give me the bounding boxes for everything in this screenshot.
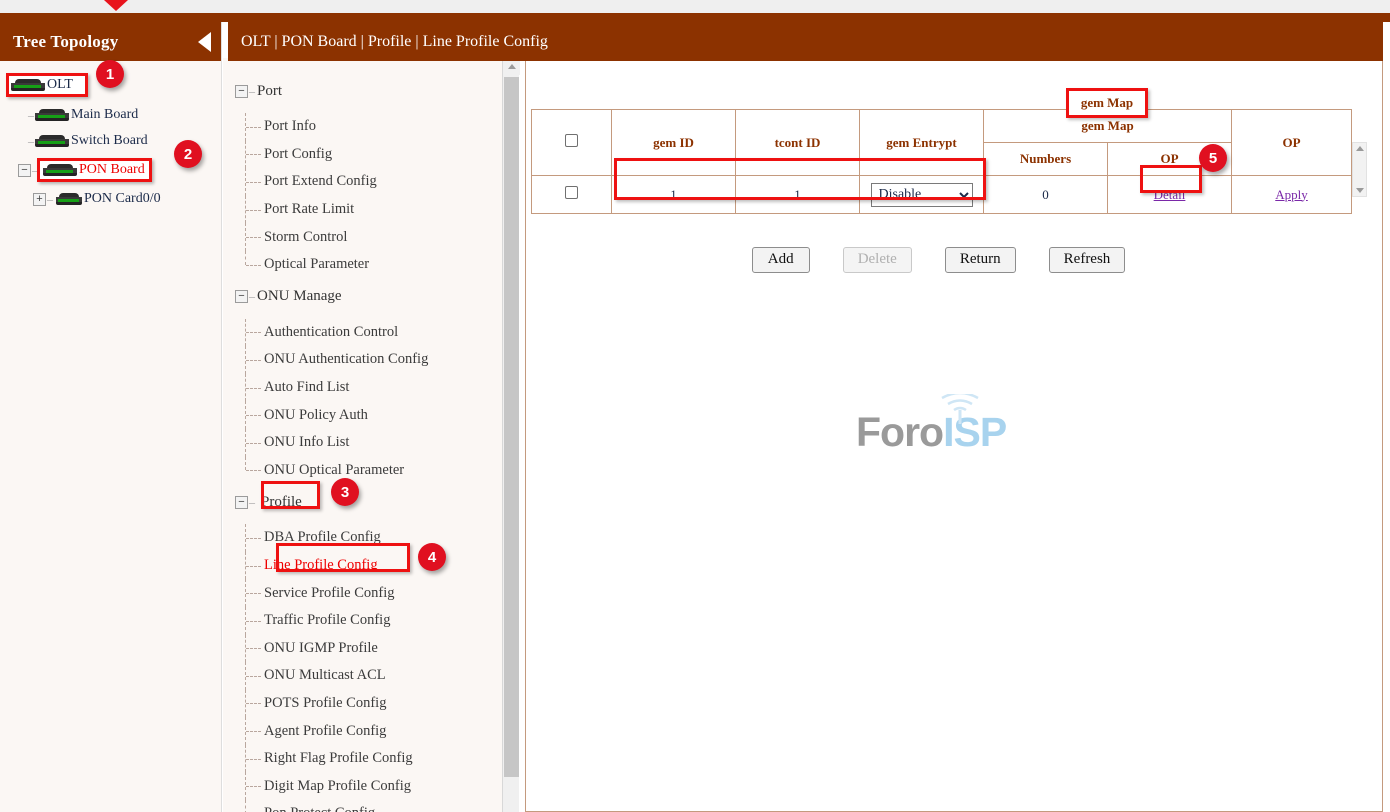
device-icon xyxy=(56,193,82,206)
cell-gem-map-op: Detail xyxy=(1108,176,1232,214)
sidebar-title: Tree Topology xyxy=(13,32,118,52)
header-gem-entrypt: gem Entrypt xyxy=(860,110,984,176)
table-row: 1 1 Disable Enable 0 Detail Apply xyxy=(532,176,1352,214)
cell-gem-id: 1 xyxy=(612,176,736,214)
detail-link[interactable]: Detail xyxy=(1154,187,1186,202)
chevron-up-icon[interactable] xyxy=(1356,146,1364,151)
device-icon xyxy=(43,164,77,177)
signal-tower-icon xyxy=(936,394,984,424)
cell-tcont-id: 1 xyxy=(736,176,860,214)
tree-toggle-expand[interactable]: + xyxy=(33,193,46,206)
header-op: OP xyxy=(1232,110,1352,176)
tree-node-label: PON Card0/0 xyxy=(84,191,161,207)
step-badge-5: 5 xyxy=(1199,144,1227,172)
device-icon xyxy=(35,135,69,148)
select-all-checkbox[interactable] xyxy=(565,134,578,147)
content-body: gem ID tcont ID gem Entrypt gem Map OP N… xyxy=(525,61,1383,812)
cell-gem-entrypt: Disable Enable xyxy=(860,176,984,214)
watermark-text-foro: Foro xyxy=(856,409,943,456)
tree-toggle-collapse[interactable]: − xyxy=(18,164,31,177)
header-gem-id: gem ID xyxy=(612,110,736,176)
device-icon xyxy=(35,109,69,122)
apply-link[interactable]: Apply xyxy=(1275,187,1308,202)
tree-node-main-board[interactable]: – Main Board xyxy=(0,102,221,128)
delete-button: Delete xyxy=(843,247,912,273)
header-tcont-id: tcont ID xyxy=(736,110,860,176)
cell-gem-map-numbers: 0 xyxy=(984,176,1108,214)
tree-topology-sidebar: Tree Topology OLT – Main Board – Switch … xyxy=(0,22,222,812)
cell-op: Apply xyxy=(1232,176,1352,214)
sidebar-header: Tree Topology xyxy=(0,22,221,61)
add-button[interactable]: Add xyxy=(752,247,810,273)
tree-node-pon-card[interactable]: + – PON Card0/0 xyxy=(0,186,221,212)
down-arrow-marker-icon xyxy=(104,0,128,11)
row-checkbox-cell xyxy=(532,176,612,214)
breadcrumb: OLT | PON Board | Profile | Line Profile… xyxy=(228,22,1383,61)
chevron-down-icon[interactable] xyxy=(1356,188,1364,193)
line-profile-table: gem ID tcont ID gem Entrypt gem Map OP N… xyxy=(531,109,1352,214)
table-header-row-1: gem ID tcont ID gem Entrypt gem Map OP xyxy=(532,110,1352,143)
header-gem-map-numbers: Numbers xyxy=(984,143,1108,176)
row-checkbox[interactable] xyxy=(565,186,578,199)
content-area: OLT | PON Board | Profile | Line Profile… xyxy=(228,22,1383,812)
top-brand-rule xyxy=(0,13,1390,22)
gem-entrypt-select[interactable]: Disable Enable xyxy=(871,183,973,207)
step-badge-1: 1 xyxy=(96,60,124,88)
collapse-left-icon[interactable] xyxy=(198,32,211,52)
select-all-header xyxy=(532,110,612,176)
tree-connector: – xyxy=(28,134,35,149)
header-gem-map: gem Map xyxy=(984,110,1232,143)
step-badge-2: 2 xyxy=(174,140,202,168)
refresh-button[interactable]: Refresh xyxy=(1049,247,1126,273)
foroisp-watermark: Foro ISP xyxy=(856,396,1031,456)
device-icon xyxy=(11,79,45,92)
tree-connector: – xyxy=(28,108,35,123)
table-scrollbar[interactable] xyxy=(1352,142,1367,197)
breadcrumb-text: OLT | PON Board | Profile | Line Profile… xyxy=(241,33,548,51)
tree-node-label: Main Board xyxy=(71,107,138,123)
step-badge-4: 4 xyxy=(418,543,446,571)
tree-node-label: Switch Board xyxy=(71,133,148,149)
tree-node-label: OLT xyxy=(47,77,73,93)
tree-node-pon-board-highlight: PON Board xyxy=(37,158,152,182)
tree-node-label: PON Board xyxy=(79,162,145,178)
tree-node-olt-highlight: OLT xyxy=(6,73,88,97)
top-strip xyxy=(0,0,1390,13)
return-button[interactable]: Return xyxy=(945,247,1016,273)
step-badge-3: 3 xyxy=(331,478,359,506)
action-button-row: Add Delete Return Refresh xyxy=(526,247,1351,273)
tree-connector: – xyxy=(47,192,52,207)
